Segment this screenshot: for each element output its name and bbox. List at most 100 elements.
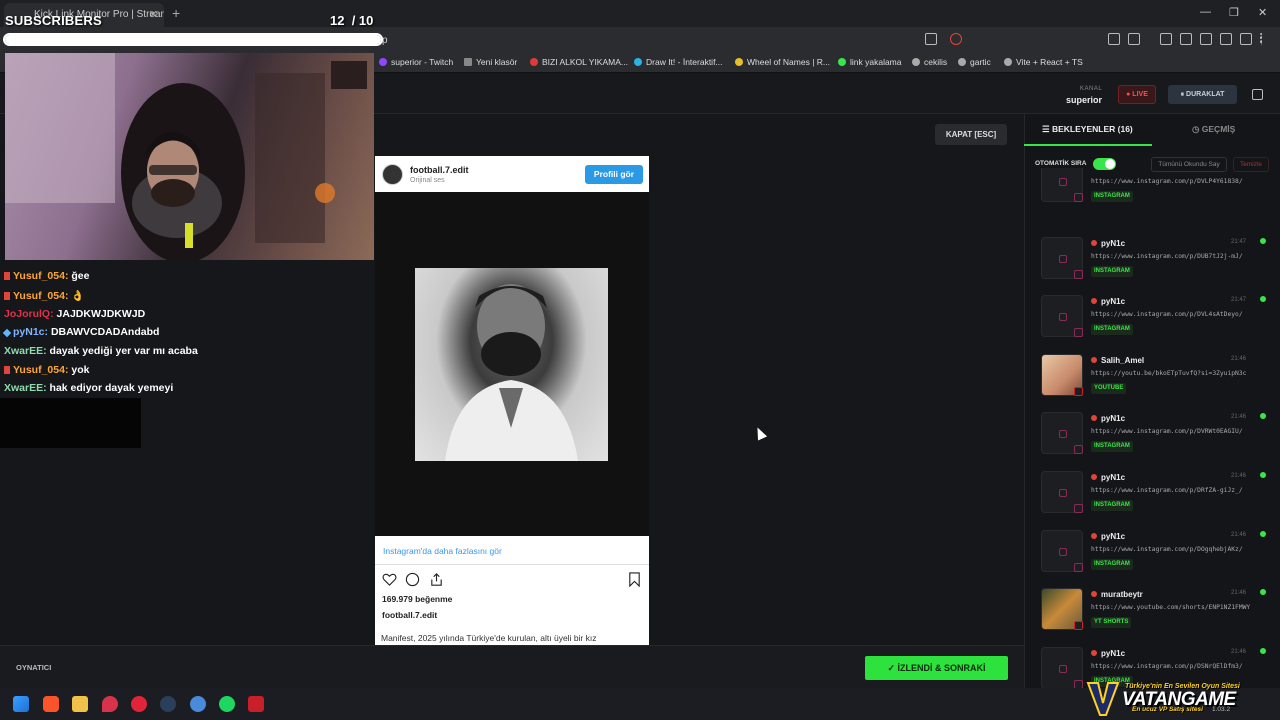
new-tab-button[interactable]: + bbox=[172, 5, 180, 21]
queue-item[interactable]: pyN1c 21:46 https://www.instagram.com/p/DO… bbox=[1034, 526, 1270, 580]
badge-icon bbox=[4, 272, 10, 280]
instagram-icon bbox=[1059, 489, 1067, 497]
sidebar-icon[interactable] bbox=[1180, 33, 1192, 45]
menu-icon[interactable] bbox=[1260, 33, 1263, 45]
post-caption: Manifest, 2025 yılında Türkiye'de kurula… bbox=[381, 633, 597, 643]
instagram-icon bbox=[1074, 504, 1083, 513]
bookmark-bizi-alkol[interactable]: BIZI ALKOL YIKAMA... bbox=[530, 57, 628, 67]
window-minimize-button[interactable]: — bbox=[1200, 6, 1211, 18]
thumbnail bbox=[1041, 471, 1083, 513]
media-icon[interactable] bbox=[1160, 33, 1172, 45]
instagram-icon bbox=[1059, 254, 1067, 263]
diamond-badge-icon bbox=[2, 328, 12, 338]
bookmark-superior-twitch[interactable]: superior - Twitch bbox=[379, 57, 453, 67]
share-icon[interactable] bbox=[429, 572, 444, 587]
webcam-feed bbox=[5, 53, 374, 260]
edit-icon[interactable] bbox=[1252, 89, 1263, 100]
bookmark-vite-react[interactable]: Vite + React + TS bbox=[1004, 57, 1083, 67]
user-status-icon bbox=[1091, 298, 1097, 305]
browser-tab-bar: Kick Link Monitor Pro | Stream ✕ + — ❐ ✕ bbox=[0, 0, 1280, 27]
bookmark-yeni-klasor[interactable]: Yeni klasör bbox=[464, 57, 517, 67]
brave-browser-icon[interactable] bbox=[43, 696, 59, 712]
bookmark-link-yakalama[interactable]: link yakalama bbox=[838, 57, 902, 67]
spotify-icon[interactable] bbox=[219, 696, 235, 712]
youtube-icon bbox=[1074, 621, 1083, 631]
share-icon[interactable] bbox=[925, 33, 937, 45]
link-url[interactable]: https://www.youtube.com/shorts/ENP1NZ1FM… bbox=[1091, 604, 1266, 611]
queue-item[interactable]: Salih_Amel 21:46 https://youtu.be/bkoETpTu… bbox=[1034, 350, 1270, 404]
platform-tag: INSTAGRAM bbox=[1091, 558, 1133, 570]
user-status-icon bbox=[1091, 532, 1097, 539]
link-url[interactable]: https://www.instagram.com/p/DOgqhebjAKz/ bbox=[1091, 546, 1266, 553]
app-stream-icon[interactable] bbox=[248, 696, 264, 712]
globe-icon bbox=[958, 58, 966, 66]
instagram-icon bbox=[1059, 178, 1067, 186]
instagram-username[interactable]: football.7.edit bbox=[410, 165, 469, 175]
instagram-media[interactable] bbox=[415, 268, 608, 461]
live-button[interactable]: ● LIVE bbox=[1118, 85, 1156, 104]
instagram-icon bbox=[1074, 328, 1083, 338]
more-on-instagram-link[interactable]: Instagram'da daha fazlasını gör bbox=[383, 546, 502, 556]
post-owner[interactable]: football.7.edit bbox=[382, 610, 437, 620]
view-profile-button[interactable]: Profili gör bbox=[585, 165, 643, 184]
bookmark-gartic[interactable]: gartic bbox=[958, 57, 991, 67]
tab-close-icon[interactable]: ✕ bbox=[149, 8, 158, 21]
tab-waiting[interactable]: ☰ BEKLEYENLER (16) bbox=[1042, 124, 1133, 135]
window-close-button[interactable]: ✕ bbox=[1258, 6, 1267, 19]
extensions-icon[interactable] bbox=[1108, 33, 1120, 45]
link-url[interactable]: https://www.instagram.com/p/DVLP4Y61838/ bbox=[1091, 178, 1266, 185]
tab-history[interactable]: ◷ GEÇMİŞ bbox=[1192, 124, 1235, 135]
queue-item[interactable]: muratbeytr 21:46 https://www.youtube.com/s… bbox=[1034, 584, 1270, 638]
windows-start-icon[interactable] bbox=[13, 696, 29, 712]
comment-icon[interactable] bbox=[405, 572, 420, 587]
queue-item[interactable]: pyN1c 21:46 https://www.instagram.com/p/DR… bbox=[1034, 467, 1270, 521]
link-url[interactable]: https://www.instagram.com/p/DVL4sAtDeyo/ bbox=[1091, 311, 1266, 318]
close-button[interactable]: KAPAT [ESC] bbox=[935, 124, 1007, 145]
window-maximize-button[interactable]: ❐ bbox=[1229, 6, 1239, 19]
unread-dot bbox=[1260, 296, 1266, 303]
submitter-name: pyN1c bbox=[1091, 297, 1125, 306]
link-url[interactable]: https://www.instagram.com/p/DUB7tJ2j-mJ/ bbox=[1091, 253, 1266, 260]
bookmark-wheel-of-names[interactable]: Wheel of Names | R... bbox=[735, 57, 830, 67]
pause-button[interactable]: ⏸ DURAKLAT bbox=[1168, 85, 1237, 104]
link-url[interactable]: https://www.instagram.com/p/DRfZA-giJz_/ bbox=[1091, 487, 1266, 494]
submitted-time: 21:46 bbox=[1230, 473, 1246, 479]
link-url[interactable]: https://youtu.be/bkoETpTuvfQ?si=3ZyuipN3… bbox=[1091, 370, 1266, 377]
user-status-icon bbox=[1091, 474, 1097, 480]
instagram-icon bbox=[1059, 664, 1067, 673]
submitted-time: 21:46 bbox=[1230, 648, 1246, 655]
thumbnail bbox=[1041, 412, 1083, 455]
steam-icon[interactable] bbox=[160, 696, 176, 712]
link-url[interactable]: https://www.instagram.com/p/DSNrQElDfm3/ bbox=[1091, 663, 1266, 670]
app-blue-icon[interactable] bbox=[190, 696, 206, 712]
bookmark-icon bbox=[379, 58, 387, 66]
heart-icon[interactable] bbox=[382, 572, 397, 587]
user-status-icon bbox=[1091, 591, 1097, 598]
bookmark-icon[interactable] bbox=[627, 572, 642, 587]
submitter-name: muratbeytr bbox=[1091, 590, 1143, 599]
avatar[interactable] bbox=[382, 164, 403, 185]
bookmark-cekilis[interactable]: cekilis bbox=[912, 57, 947, 67]
queue-item[interactable]: pyN1c 21:47 https://www.instagram.com/p/DU… bbox=[1034, 233, 1270, 287]
screenshot-icon[interactable] bbox=[1128, 33, 1140, 45]
queue-item[interactable]: pyN1c 21:47 https://www.instagram.com/p/DV… bbox=[1034, 291, 1270, 345]
brave-shield-icon[interactable] bbox=[950, 33, 962, 45]
queue-item[interactable]: https://www.instagram.com/p/DVLP4Y61838/… bbox=[1034, 168, 1270, 208]
chat-message: Yusuf_054: yok bbox=[4, 364, 89, 376]
app-red-icon[interactable] bbox=[131, 696, 147, 712]
thumbnail bbox=[1041, 646, 1083, 689]
bookmark-icon bbox=[530, 58, 538, 66]
watermark-subtitle: En ucuz VP Satış sitesi bbox=[1132, 706, 1203, 713]
platform-tag: INSTAGRAM bbox=[1091, 324, 1133, 336]
vpn-icon[interactable] bbox=[1240, 33, 1252, 45]
maps-pin-icon[interactable] bbox=[102, 696, 118, 712]
subscribers-count: 12 / 10 bbox=[330, 13, 374, 28]
bookmark-icon bbox=[735, 58, 743, 66]
wallet-icon[interactable] bbox=[1200, 33, 1212, 45]
watched-next-button[interactable]: ✓ İZLENDİ & SONRAKİ bbox=[865, 656, 1008, 680]
file-explorer-icon[interactable] bbox=[72, 696, 88, 712]
link-url[interactable]: https://www.instagram.com/p/DVRWt0EAGIU/ bbox=[1091, 428, 1266, 435]
queue-item[interactable]: pyN1c 21:46 https://www.instagram.com/p/DV… bbox=[1034, 408, 1270, 462]
leo-ai-icon[interactable] bbox=[1220, 33, 1232, 45]
bookmark-draw-it[interactable]: Draw It! - İnteraktif... bbox=[634, 57, 723, 67]
